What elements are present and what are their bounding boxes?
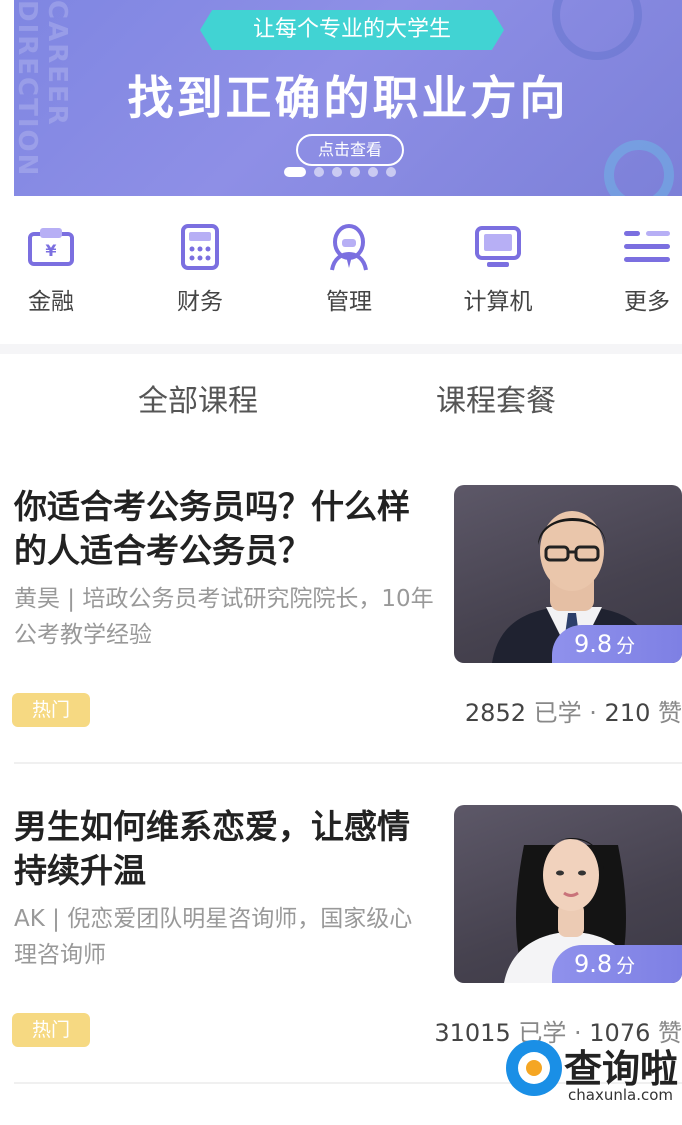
calculator-icon [175,222,225,272]
course-stats: 2852 已学 · 210 赞 [464,699,682,727]
like-label: 赞 [658,699,682,727]
carousel-indicator[interactable] [284,167,396,177]
hot-badge: 热门 [12,693,90,727]
rating-unit: 分 [616,635,636,657]
learner-count: 2852 [464,699,526,727]
card-divider [14,762,682,764]
course-title: 男生如何维系恋爱，让感情持续升温 [14,807,410,890]
search-logo-icon [506,1040,562,1096]
watermark-domain: chaxunla.com [568,1086,673,1104]
rating-value: 9.8 [574,630,613,658]
svg-text:¥: ¥ [45,241,56,260]
carousel-dot[interactable] [368,167,378,177]
tab-course-packages[interactable]: 课程套餐 [436,376,556,420]
category-finance[interactable]: ¥ 金融 [0,222,106,316]
category-label: 财务 [177,289,223,315]
carousel-dot[interactable] [386,167,396,177]
course-description: AK | 倪恋爱团队明星咨询师，国家级心理咨询师 [14,906,413,968]
carousel-dot[interactable] [332,167,342,177]
like-count: 210 [604,699,651,727]
carousel-dot-active[interactable] [284,167,306,177]
hot-badge: 热门 [12,1013,90,1047]
learner-label: 已学 [533,699,582,727]
rating-unit: 分 [616,955,636,977]
carousel-dot[interactable] [350,167,360,177]
category-label: 金融 [28,289,74,315]
category-label: 计算机 [463,289,533,315]
promo-banner[interactable]: CAREER DIRECTION 让每个专业的大学生 找到正确的职业方向 点击查… [14,0,682,196]
watermark-name: 查询啦 [564,1047,679,1091]
banner-decoration [552,0,642,60]
banner-decoration [604,140,674,196]
tab-all-courses[interactable]: 全部课程 [138,376,258,420]
category-nav: ¥ 金融 财务 管理 计算机 更多 [0,222,682,322]
computer-monitor-icon [473,222,523,272]
course-thumbnail[interactable]: 9.8 分 [454,805,682,983]
course-card[interactable]: 你适合考公务员吗？什么样的人适合考公务员？ 黄昊 | 培政公务员考试研究院院长，… [0,485,682,785]
learner-count: 31015 [434,1019,511,1047]
course-tabs: 全部课程 课程套餐 [0,376,682,426]
carousel-dot[interactable] [314,167,324,177]
money-wallet-icon: ¥ [26,222,76,272]
category-label: 更多 [624,289,670,315]
category-computer[interactable]: 计算机 [443,222,553,316]
course-title: 你适合考公务员吗？什么样的人适合考公务员？ [14,487,410,570]
category-management[interactable]: 管理 [294,222,404,316]
banner-cta-button[interactable]: 点击查看 [296,134,404,166]
course-thumbnail[interactable]: 9.8 分 [454,485,682,663]
section-divider [0,344,682,354]
banner-headline: 找到正确的职业方向 [127,71,569,125]
banner-ribbon: 让每个专业的大学生 [200,10,504,50]
manager-person-icon [324,222,374,272]
category-label: 管理 [326,289,372,315]
site-watermark: 查询啦 chaxunla.com [506,1036,682,1116]
course-description: 黄昊 | 培政公务员考试研究院院长，10年公考教学经验 [14,586,434,648]
rating-value: 9.8 [574,950,613,978]
category-accounting[interactable]: 财务 [145,222,255,316]
menu-lines-icon [622,222,672,272]
category-more[interactable]: 更多 [592,222,682,316]
rating-badge: 9.8 分 [552,625,682,663]
rating-badge: 9.8 分 [552,945,682,983]
